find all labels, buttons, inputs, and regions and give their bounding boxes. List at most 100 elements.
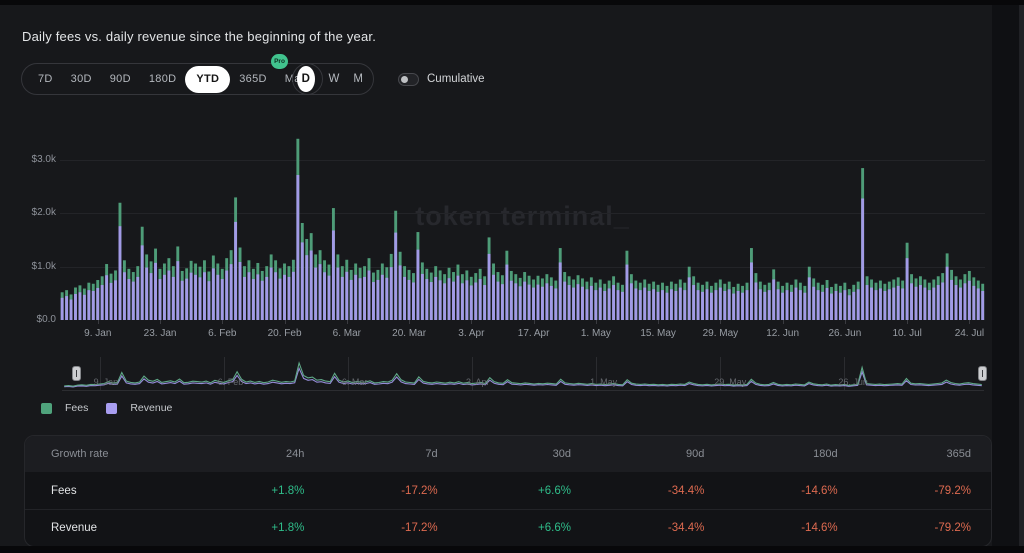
- bar-revenue[interactable]: [74, 294, 77, 320]
- bar-revenue[interactable]: [448, 278, 451, 320]
- bar-revenue[interactable]: [746, 290, 749, 320]
- bar-revenue[interactable]: [150, 273, 153, 320]
- bar-revenue[interactable]: [497, 282, 500, 320]
- bar-revenue[interactable]: [323, 272, 326, 320]
- bar-revenue[interactable]: [110, 283, 113, 320]
- bar-revenue[interactable]: [812, 287, 815, 320]
- bar-revenue[interactable]: [772, 279, 775, 320]
- bar-revenue[interactable]: [545, 283, 548, 320]
- bar-revenue[interactable]: [932, 288, 935, 320]
- bar-revenue[interactable]: [270, 268, 273, 320]
- bar-revenue[interactable]: [852, 292, 855, 320]
- bar-revenue[interactable]: [950, 280, 953, 320]
- bar-revenue[interactable]: [937, 285, 940, 320]
- bar-revenue[interactable]: [768, 290, 771, 320]
- bar-revenue[interactable]: [550, 286, 553, 320]
- bar-revenue[interactable]: [652, 289, 655, 320]
- bar-revenue[interactable]: [61, 298, 64, 320]
- bar-revenue[interactable]: [723, 291, 726, 320]
- bar-revenue[interactable]: [381, 275, 384, 320]
- bar-revenue[interactable]: [185, 279, 188, 320]
- bar-revenue[interactable]: [416, 250, 419, 320]
- bar-revenue[interactable]: [345, 272, 348, 320]
- bar-revenue[interactable]: [799, 290, 802, 320]
- bar-revenue[interactable]: [292, 272, 295, 320]
- bar-revenue[interactable]: [750, 262, 753, 320]
- bar-revenue[interactable]: [821, 292, 824, 320]
- bar-revenue[interactable]: [625, 265, 628, 320]
- bar-revenue[interactable]: [123, 272, 126, 320]
- bar-revenue[interactable]: [692, 285, 695, 320]
- bar-revenue[interactable]: [399, 265, 402, 320]
- bar-revenue[interactable]: [835, 291, 838, 320]
- range-button-180d[interactable]: 180D: [140, 63, 186, 95]
- bar-revenue[interactable]: [826, 288, 829, 320]
- bar-revenue[interactable]: [199, 277, 202, 320]
- bar-revenue[interactable]: [194, 275, 197, 320]
- bar-revenue[interactable]: [585, 289, 588, 320]
- bar-revenue[interactable]: [528, 285, 531, 320]
- bar-revenue[interactable]: [252, 279, 255, 320]
- bar-revenue[interactable]: [901, 288, 904, 320]
- bar-revenue[interactable]: [581, 287, 584, 320]
- bar-revenue[interactable]: [181, 281, 184, 320]
- bar-revenue[interactable]: [603, 291, 606, 320]
- bar-revenue[interactable]: [537, 285, 540, 320]
- bar-revenue[interactable]: [559, 262, 562, 320]
- bar-revenue[interactable]: [554, 288, 557, 320]
- bar-revenue[interactable]: [363, 277, 366, 320]
- bar-revenue[interactable]: [372, 282, 375, 320]
- range-button-7d[interactable]: 7D: [29, 63, 62, 95]
- bar-revenue[interactable]: [350, 280, 353, 320]
- bar-revenue[interactable]: [737, 291, 740, 320]
- bar-revenue[interactable]: [385, 278, 388, 320]
- bar-revenue[interactable]: [256, 274, 259, 320]
- bar-revenue[interactable]: [163, 275, 166, 320]
- bar-revenue[interactable]: [296, 175, 299, 320]
- legend-item-fees[interactable]: Fees: [41, 402, 88, 414]
- bar-revenue[interactable]: [336, 268, 339, 320]
- bar-revenue[interactable]: [670, 289, 673, 320]
- bar-revenue[interactable]: [968, 281, 971, 320]
- granularity-button-d[interactable]: D: [297, 66, 315, 92]
- bar-revenue[interactable]: [319, 264, 322, 320]
- bar-revenue[interactable]: [314, 268, 317, 320]
- bar-revenue[interactable]: [136, 277, 139, 320]
- bar-revenue[interactable]: [794, 288, 797, 320]
- bar-revenue[interactable]: [817, 290, 820, 320]
- bar-revenue[interactable]: [946, 267, 949, 320]
- bar-revenue[interactable]: [568, 285, 571, 320]
- bar-revenue[interactable]: [541, 287, 544, 320]
- bar-revenue[interactable]: [376, 280, 379, 320]
- bar-revenue[interactable]: [190, 273, 193, 320]
- bar-revenue[interactable]: [870, 288, 873, 320]
- bar-revenue[interactable]: [963, 283, 966, 320]
- bar-revenue[interactable]: [172, 277, 175, 320]
- bar-revenue[interactable]: [403, 277, 406, 320]
- bar-revenue[interactable]: [563, 282, 566, 320]
- bar-revenue[interactable]: [483, 285, 486, 320]
- bar-revenue[interactable]: [243, 277, 246, 320]
- bar-revenue[interactable]: [830, 294, 833, 320]
- bar-revenue[interactable]: [328, 276, 331, 320]
- bar-revenue[interactable]: [910, 283, 913, 320]
- bar-revenue[interactable]: [883, 291, 886, 320]
- bar-revenue[interactable]: [786, 290, 789, 320]
- bar-revenue[interactable]: [981, 291, 984, 320]
- bar-revenue[interactable]: [225, 271, 228, 320]
- bar-revenue[interactable]: [87, 290, 90, 320]
- bar-revenue[interactable]: [341, 277, 344, 320]
- bar-revenue[interactable]: [288, 277, 291, 320]
- bar-revenue[interactable]: [141, 245, 144, 320]
- bar-revenue[interactable]: [167, 271, 170, 320]
- bar-revenue[interactable]: [234, 222, 237, 320]
- bar-revenue[interactable]: [594, 290, 597, 320]
- legend-item-revenue[interactable]: Revenue: [106, 402, 172, 414]
- bar-revenue[interactable]: [777, 289, 780, 320]
- bar-revenue[interactable]: [456, 276, 459, 320]
- bar-revenue[interactable]: [368, 271, 371, 320]
- bar-revenue[interactable]: [70, 300, 73, 320]
- bar-revenue[interactable]: [697, 290, 700, 320]
- bar-revenue[interactable]: [203, 272, 206, 320]
- bar-revenue[interactable]: [310, 251, 313, 321]
